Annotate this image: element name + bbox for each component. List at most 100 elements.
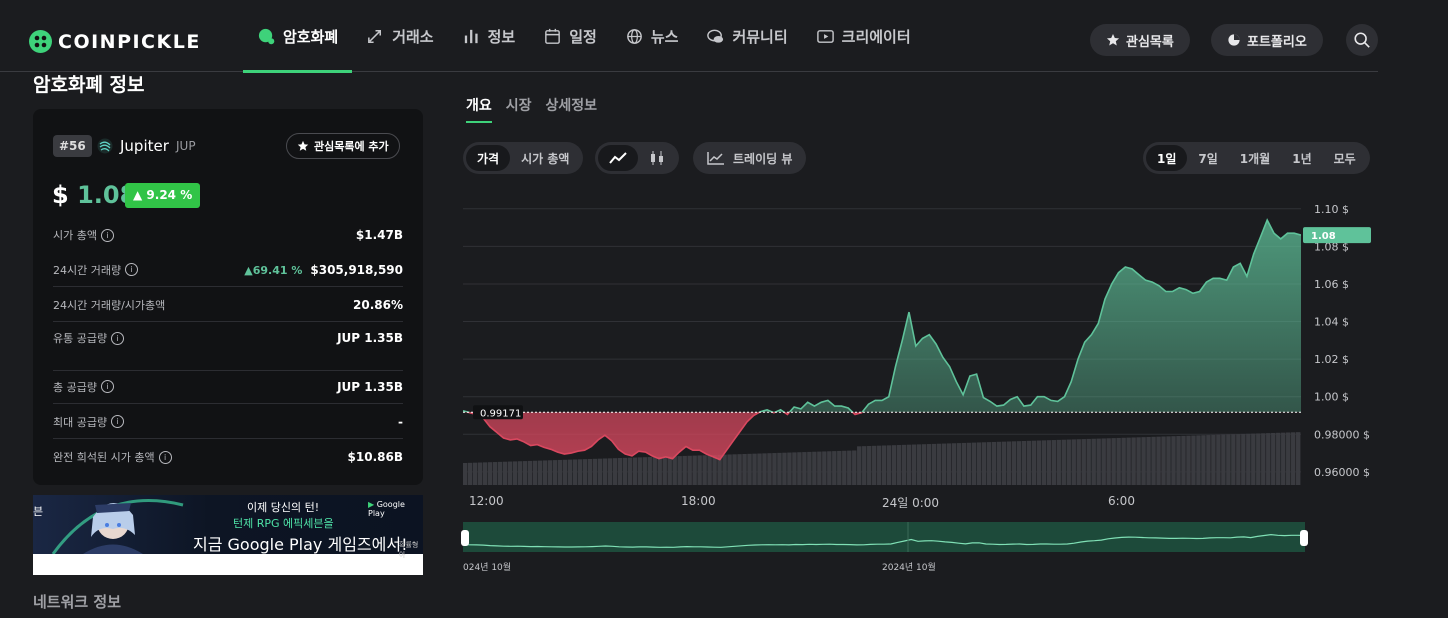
stat-fully-diluted: 완전 희석된 시가 총액 i $10.86B: [53, 440, 403, 474]
section-title: 암호화폐 정보: [33, 74, 145, 96]
trading-view-button[interactable]: 트레이딩 뷰: [693, 142, 807, 174]
ad-banner[interactable]: 븐 이제 당신의 턴! 턴제 RPG 에픽세븐을 지금 Google Play …: [33, 495, 423, 575]
price: $ 1.08: [52, 181, 136, 209]
volume-bar: [1001, 441, 1007, 485]
volume-bar: [867, 445, 872, 485]
line-chart-button[interactable]: [598, 145, 638, 171]
add-watchlist-label: 관심목록에 추가: [314, 140, 389, 153]
candle-chart-button[interactable]: [638, 145, 676, 171]
volume-bar: [782, 452, 787, 485]
range-navigator[interactable]: [461, 522, 1308, 552]
range-1m[interactable]: 1개월: [1229, 145, 1281, 171]
volume-bar: [812, 451, 817, 485]
navigator-line: [462, 522, 1306, 552]
volume-bar: [557, 459, 563, 485]
volume-bar: [587, 458, 593, 485]
nav-info[interactable]: 정보: [448, 0, 530, 72]
tab-market[interactable]: 시장: [506, 95, 532, 123]
volume-bar: [597, 458, 603, 485]
x-axis-label: 6:00: [1108, 494, 1135, 508]
info-icon[interactable]: i: [125, 263, 139, 276]
volume-bar: [517, 461, 523, 485]
volume-bar: [986, 442, 992, 485]
coin-info-card: #56 Jupiter JUP 관심목록에 추가 $ 1.08 ▲ 9.24 %…: [33, 109, 423, 485]
stat-value: -: [398, 414, 403, 429]
volume-bar: [467, 462, 473, 485]
info-icon[interactable]: i: [111, 415, 125, 428]
volume-bar: [602, 458, 608, 485]
portfolio-button[interactable]: 포트폴리오: [1211, 24, 1323, 56]
navigator-handle-left[interactable]: [461, 530, 469, 546]
toggle-price[interactable]: 가격: [466, 145, 511, 171]
price-marketcap-toggle: 가격 시가 총액: [463, 142, 584, 174]
y-tick-label: 1.10 $: [1314, 203, 1349, 216]
ad-tagline: 지금 Google Play 게임즈에서!: [193, 535, 408, 554]
volume-bar: [936, 443, 942, 485]
stat-total-supply: 총 공급량 i JUP 1.35B: [53, 370, 403, 404]
volume-bar: [1201, 435, 1206, 485]
nav-crypto[interactable]: 암호화폐: [243, 0, 353, 73]
stat-label: 24시간 거래량/시가총액: [53, 298, 166, 312]
volume-bar: [667, 456, 672, 485]
volume-bar: [1091, 438, 1096, 485]
volume-bar: [877, 445, 882, 485]
logo-text: COINPICKLE: [58, 30, 201, 53]
current-price-label: 1.08: [1311, 231, 1336, 242]
volume-bar: [802, 452, 807, 485]
nav-label: 크리에이터: [841, 27, 911, 46]
range-all[interactable]: 모두: [1323, 145, 1367, 171]
volume-bar: [1251, 433, 1256, 485]
search-button[interactable]: [1346, 24, 1378, 56]
volume-bar: [582, 459, 588, 485]
price-change-badge: ▲ 9.24 %: [125, 183, 201, 208]
logo[interactable]: COINPICKLE: [29, 30, 201, 53]
nav-creator[interactable]: 크리에이터: [802, 0, 925, 72]
range-1d[interactable]: 1일: [1146, 145, 1188, 171]
line-chart-icon: [609, 152, 627, 164]
volume-bar: [747, 453, 752, 485]
volume-bar: [926, 444, 932, 485]
volume-bar: [832, 451, 837, 485]
tab-details[interactable]: 상세정보: [546, 95, 598, 123]
volume-bar: [1096, 438, 1101, 485]
nav-label: 정보: [487, 27, 516, 46]
range-7d[interactable]: 7일: [1187, 145, 1228, 171]
volume-bar: [1256, 433, 1261, 485]
stat-label: 최대 공급량: [53, 415, 108, 429]
volume-bar: [966, 442, 972, 485]
nav-news[interactable]: 뉴스: [611, 0, 693, 72]
volume-bar: [827, 451, 832, 485]
navigator-handle-right[interactable]: [1300, 530, 1308, 546]
info-icon[interactable]: i: [158, 450, 172, 464]
volume-bar: [1291, 432, 1296, 485]
volume-bar: [896, 445, 902, 485]
pie-icon: [1228, 34, 1240, 46]
volume-bar: [1011, 441, 1017, 485]
nav-schedule[interactable]: 일정: [529, 0, 611, 72]
ad-subheadline: 턴제 RPG 에픽세븐을: [233, 517, 334, 530]
info-icon[interactable]: i: [111, 331, 125, 345]
volume-bar: [1126, 437, 1131, 485]
volume-bar: [612, 458, 618, 485]
watchlist-button[interactable]: 관심목록: [1090, 24, 1190, 56]
stat-market-cap: 시가 총액 i $1.47B: [53, 218, 403, 252]
volume-bar: [657, 456, 662, 485]
volume-bar: [931, 443, 937, 485]
volume-bar: [762, 453, 767, 485]
info-icon[interactable]: i: [100, 228, 114, 242]
price-change-value: 9.24 %: [146, 188, 193, 202]
tab-overview[interactable]: 개요: [466, 95, 492, 123]
range-1y[interactable]: 1년: [1281, 145, 1322, 171]
volume-bar: [737, 454, 742, 485]
network-info-title: 네트워크 정보: [33, 593, 122, 611]
nav-exchange[interactable]: 거래소: [352, 0, 447, 72]
toggle-market-cap[interactable]: 시가 총액: [510, 145, 580, 171]
volume-bar: [477, 462, 483, 485]
info-icon[interactable]: i: [100, 380, 114, 393]
header: COINPICKLE 암호화폐 거래소 정보 일정 뉴스 커뮤니티 크리에이터 …: [0, 0, 1378, 73]
volume-bar: [1216, 434, 1221, 485]
stat-label: 완전 희석된 시가 총액: [53, 451, 155, 464]
nav-community[interactable]: 커뮤니티: [692, 0, 801, 72]
add-watchlist-button[interactable]: 관심목록에 추가: [286, 133, 400, 159]
volume-bar: [1111, 438, 1116, 485]
